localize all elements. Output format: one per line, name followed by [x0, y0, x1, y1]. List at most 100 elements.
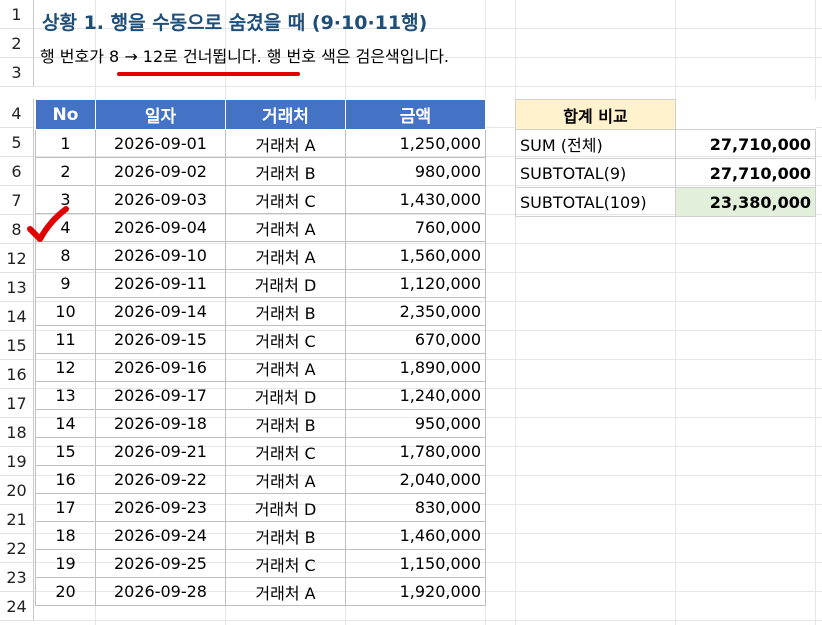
cell-no[interactable]: 19: [35, 549, 96, 578]
cell-no[interactable]: 14: [35, 409, 96, 438]
cell-date[interactable]: 2026-09-16: [95, 353, 226, 382]
cell-vendor[interactable]: 거래처 C: [225, 185, 346, 214]
row-header[interactable]: 17: [0, 389, 34, 418]
cell-no[interactable]: 1: [35, 129, 96, 158]
cell-vendor[interactable]: 거래처 B: [225, 521, 346, 550]
cell-no[interactable]: 12: [35, 353, 96, 382]
cell-vendor[interactable]: 거래처 B: [225, 157, 346, 186]
row-header[interactable]: 24: [0, 592, 34, 621]
red-checkmark-icon: [27, 206, 69, 242]
cell-vendor[interactable]: 거래처 C: [225, 325, 346, 354]
cell-amount[interactable]: 980,000: [345, 157, 486, 186]
cell-date[interactable]: 2026-09-23: [95, 493, 226, 522]
cell-date[interactable]: 2026-09-03: [95, 185, 226, 214]
cell-no[interactable]: 20: [35, 577, 96, 606]
cell-amount[interactable]: 1,250,000: [345, 129, 486, 158]
cell-amount[interactable]: 2,040,000: [345, 465, 486, 494]
cell-vendor[interactable]: 거래처 B: [225, 297, 346, 326]
row-header[interactable]: 2: [0, 29, 34, 58]
cell-amount[interactable]: 1,150,000: [345, 549, 486, 578]
cell-amount[interactable]: 1,430,000: [345, 185, 486, 214]
cell-date[interactable]: 2026-09-10: [95, 241, 226, 270]
cell-no[interactable]: 9: [35, 269, 96, 298]
row-header[interactable]: 4: [0, 99, 34, 128]
cell-vendor[interactable]: 거래처 A: [225, 465, 346, 494]
cell-no[interactable]: 11: [35, 325, 96, 354]
header-amount[interactable]: 금액: [345, 99, 486, 130]
cell-date[interactable]: 2026-09-14: [95, 297, 226, 326]
compare-value[interactable]: 27,710,000: [675, 158, 816, 188]
cell-date[interactable]: 2026-09-25: [95, 549, 226, 578]
cell-no[interactable]: 10: [35, 297, 96, 326]
compare-value[interactable]: 27,710,000: [675, 129, 816, 159]
cell-date[interactable]: 2026-09-24: [95, 521, 226, 550]
cell-no[interactable]: 17: [35, 493, 96, 522]
header-date[interactable]: 일자: [95, 99, 226, 130]
header-no[interactable]: No: [35, 99, 96, 130]
row-header[interactable]: 3: [0, 58, 34, 87]
cell-amount[interactable]: 760,000: [345, 213, 486, 242]
cell-date[interactable]: 2026-09-01: [95, 129, 226, 158]
cell-no[interactable]: 8: [35, 241, 96, 270]
cell-amount[interactable]: 1,560,000: [345, 241, 486, 270]
cell-amount[interactable]: 950,000: [345, 409, 486, 438]
table-row: 19 2026-09-25 거래처 C 1,150,000: [35, 549, 486, 578]
cell-date[interactable]: 2026-09-02: [95, 157, 226, 186]
cell-date[interactable]: 2026-09-28: [95, 577, 226, 606]
cell-date[interactable]: 2026-09-18: [95, 409, 226, 438]
row-header[interactable]: 14: [0, 302, 34, 331]
cell-no[interactable]: 2: [35, 157, 96, 186]
cell-date[interactable]: 2026-09-04: [95, 213, 226, 242]
row-header[interactable]: 23: [0, 563, 34, 592]
row-header[interactable]: 5: [0, 128, 34, 157]
row-header[interactable]: 19: [0, 447, 34, 476]
cell-date[interactable]: 2026-09-22: [95, 465, 226, 494]
header-vendor[interactable]: 거래처: [225, 99, 346, 130]
cell-amount[interactable]: 1,240,000: [345, 381, 486, 410]
compare-header-blank[interactable]: [675, 99, 816, 130]
row-header[interactable]: 21: [0, 505, 34, 534]
cell-vendor[interactable]: 거래처 A: [225, 241, 346, 270]
cell-amount[interactable]: 1,920,000: [345, 577, 486, 606]
cell-amount[interactable]: 830,000: [345, 493, 486, 522]
cell-no[interactable]: 18: [35, 521, 96, 550]
cell-no[interactable]: 13: [35, 381, 96, 410]
cell-vendor[interactable]: 거래처 D: [225, 269, 346, 298]
cell-amount[interactable]: 2,350,000: [345, 297, 486, 326]
row-header[interactable]: 15: [0, 331, 34, 360]
row-header[interactable]: 22: [0, 534, 34, 563]
row-header[interactable]: 18: [0, 418, 34, 447]
compare-label[interactable]: SUBTOTAL(109): [515, 187, 676, 217]
cell-date[interactable]: 2026-09-15: [95, 325, 226, 354]
cell-date[interactable]: 2026-09-21: [95, 437, 226, 466]
cell-date[interactable]: 2026-09-17: [95, 381, 226, 410]
cell-vendor[interactable]: 거래처 A: [225, 129, 346, 158]
cell-amount[interactable]: 1,460,000: [345, 521, 486, 550]
row-header[interactable]: 20: [0, 476, 34, 505]
cell-amount[interactable]: 1,780,000: [345, 437, 486, 466]
cell-vendor[interactable]: 거래처 C: [225, 437, 346, 466]
cell-no[interactable]: 16: [35, 465, 96, 494]
cell-no[interactable]: 15: [35, 437, 96, 466]
cell-vendor[interactable]: 거래처 A: [225, 577, 346, 606]
cell-amount[interactable]: 670,000: [345, 325, 486, 354]
cell-vendor[interactable]: 거래처 B: [225, 409, 346, 438]
row-header[interactable]: 16: [0, 360, 34, 389]
compare-value-highlight[interactable]: 23,380,000: [675, 187, 816, 217]
cell-date[interactable]: 2026-09-11: [95, 269, 226, 298]
cell-amount[interactable]: 1,890,000: [345, 353, 486, 382]
cell-vendor[interactable]: 거래처 A: [225, 213, 346, 242]
cell-vendor[interactable]: 거래처 A: [225, 353, 346, 382]
cell-vendor[interactable]: 거래처 D: [225, 493, 346, 522]
row-header[interactable]: 1: [0, 0, 34, 29]
grid-row-line: [34, 620, 822, 621]
row-header[interactable]: 13: [0, 273, 34, 302]
cell-vendor[interactable]: 거래처 D: [225, 381, 346, 410]
compare-label[interactable]: SUBTOTAL(9): [515, 158, 676, 188]
cell-amount[interactable]: 1,120,000: [345, 269, 486, 298]
compare-label[interactable]: SUM (전체): [515, 129, 676, 159]
row-header[interactable]: 6: [0, 157, 34, 186]
compare-title[interactable]: 합계 비교: [515, 99, 676, 130]
row-header[interactable]: 12: [0, 244, 34, 273]
cell-vendor[interactable]: 거래처 C: [225, 549, 346, 578]
